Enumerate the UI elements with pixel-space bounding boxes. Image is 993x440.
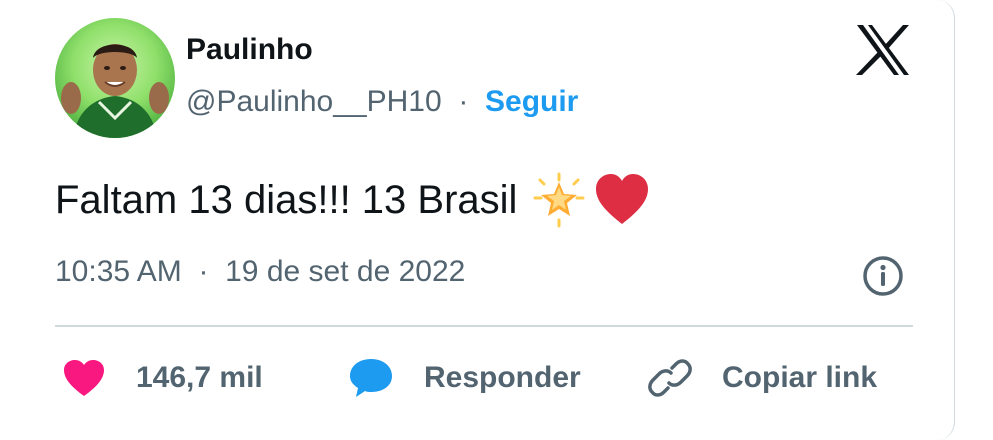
info-icon[interactable] <box>862 255 904 297</box>
link-icon <box>648 359 692 397</box>
handle-separator: · <box>449 85 477 118</box>
tweet-text: Faltam 13 dias!!! 13 Brasil <box>55 172 653 228</box>
handle-row: @Paulinho__PH10 · Seguir <box>186 85 578 119</box>
copy-link-button[interactable]: Copiar link <box>648 356 877 400</box>
copy-link-label: Copiar link <box>722 361 878 394</box>
x-logo-icon[interactable] <box>854 23 912 77</box>
divider <box>55 325 913 327</box>
author-handle[interactable]: @Paulinho__PH10 <box>186 85 442 118</box>
avatar[interactable] <box>55 18 175 138</box>
author-name[interactable]: Paulinho <box>186 33 313 67</box>
tweet-time: 10:35 AM <box>55 255 182 288</box>
glowing-star-icon <box>533 172 585 228</box>
tweet-card: Paulinho @Paulinho__PH10 · Seguir Faltam… <box>0 0 955 440</box>
tweet-body: Faltam 13 dias!!! 13 Brasil <box>55 177 518 222</box>
red-heart-icon <box>596 174 649 224</box>
tweet-date: 19 de set de 2022 <box>225 255 466 288</box>
timestamp-row[interactable]: 10:35 AM · 19 de set de 2022 <box>55 255 465 289</box>
reply-button[interactable]: Responder <box>348 356 581 400</box>
follow-link[interactable]: Seguir <box>485 85 578 118</box>
avatar-photo <box>61 44 169 138</box>
speech-bubble-icon <box>350 359 392 397</box>
like-count: 146,7 mil <box>136 361 263 394</box>
like-button[interactable]: 146,7 mil <box>62 356 263 400</box>
reply-label: Responder <box>424 361 581 394</box>
heart-icon <box>64 360 104 396</box>
timestamp-separator: · <box>190 255 217 288</box>
